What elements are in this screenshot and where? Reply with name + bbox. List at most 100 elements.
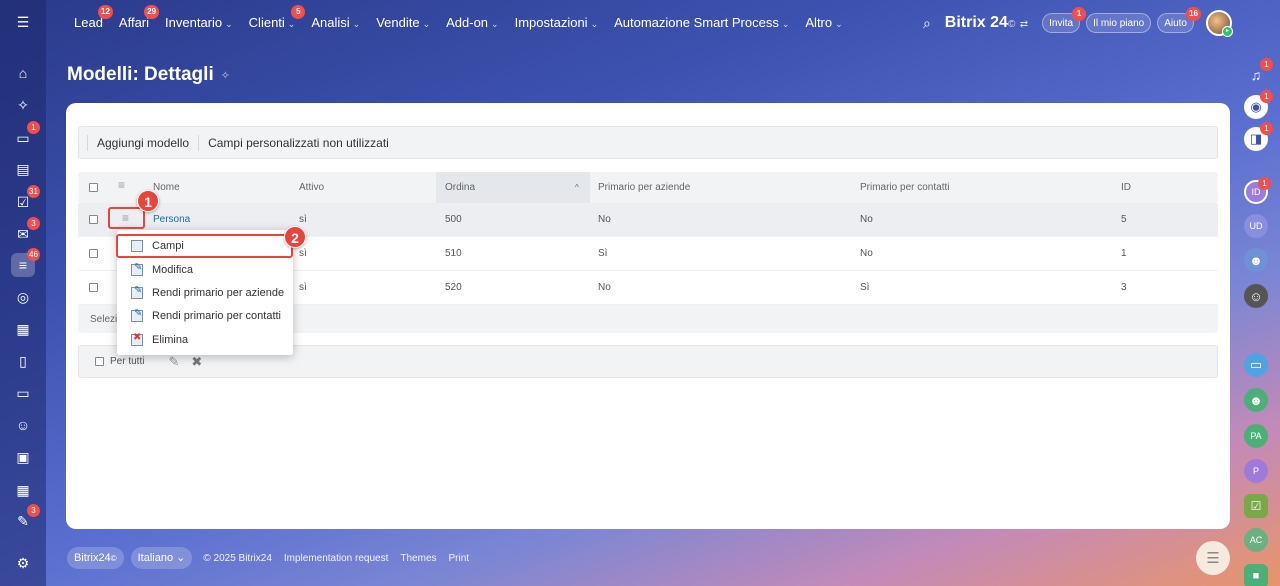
themes-link[interactable]: Themes [400,553,436,564]
sort-asc-icon[interactable]: ^ [575,183,579,192]
group-green-icon[interactable]: ☻ [1244,388,1268,412]
nav-item-impostazioni[interactable]: Impostazioni ⌄ [515,15,599,30]
col-order[interactable]: Ordina [445,182,475,193]
invite-button[interactable]: Invita 1 [1042,7,1087,33]
highlight-row-menu [108,207,145,229]
nav-item-lead[interactable]: Lead 12 [74,5,113,30]
top-right: ⌕ Bitrix 24© ⇄ Invita 1 Il mio piano Aiut… [923,7,1233,37]
menu-icon[interactable]: ☰ [11,10,35,34]
edit-icon[interactable]: ✎ [168,354,179,370]
search-icon[interactable]: ⌕ [923,15,931,32]
chevron-down-icon: ⌄ [422,19,431,29]
messages-icon[interactable]: ◨ 1 [1244,122,1273,151]
row-name-link[interactable]: Persona [153,214,190,225]
row-primary-contacts: No [860,248,873,259]
avatar-ud[interactable]: UD [1244,214,1268,238]
calendar-icon[interactable]: ▦ [11,317,35,341]
row-checkbox[interactable] [89,215,98,224]
language-select[interactable]: Italiano ⌄ [130,547,193,569]
columns-settings-icon[interactable]: ≡ [118,178,125,192]
edit-icon [131,308,143,322]
select-all-checkbox[interactable] [89,183,98,192]
chevron-down-icon: ⌄ [287,19,296,29]
print-link[interactable]: Print [449,553,470,564]
footer-brand-button[interactable]: Bitrix24© [67,547,124,569]
row-active: sì [299,282,307,293]
row-id: 1 [1121,248,1127,259]
row-active: sì [299,214,307,225]
inventory-icon[interactable]: ▭ [11,381,35,405]
copilot-icon[interactable]: ✧ [11,93,35,117]
video-icon[interactable]: ■ [1244,564,1268,586]
group-icon[interactable]: ☻ [1244,248,1268,272]
employees-icon[interactable]: ☺ [11,413,35,437]
highlight-fields-item [116,234,293,258]
automation-icon[interactable]: ▣ [11,445,35,469]
list-menu-icon[interactable]: ☰ [1196,541,1230,575]
col-id[interactable]: ID [1121,182,1131,193]
docs-icon[interactable]: ▯ [11,349,35,373]
booking-icon[interactable]: ▦ [11,478,35,502]
menu-item-edit[interactable]: Modifica [117,258,293,281]
unused-fields-button[interactable]: Campi personalizzati non utilizzati [208,136,389,150]
sites-icon[interactable]: ◎ [11,285,35,309]
pin-icon[interactable]: ✧ [221,69,230,82]
help-button[interactable]: Aiuto 16 [1157,7,1201,33]
add-model-button[interactable]: Aggiungi modello [97,136,189,150]
nav-item-label: Vendite [376,15,420,30]
delete-icon[interactable]: ✖ [191,354,202,370]
feed-icon[interactable]: ▤ [11,157,35,181]
col-primary-companies[interactable]: Primario per aziende [598,182,690,193]
nav-item-clienti[interactable]: Clienti ⌄ 5 [248,5,306,30]
nav-item-label: Clienti [248,15,285,30]
copilot-chat-icon[interactable]: ◉ 1 [1244,90,1273,119]
implementation-request-link[interactable]: Implementation request [284,553,389,564]
crm-icon[interactable]: ≡ 46 [11,248,40,277]
edit-icon [131,285,143,299]
menu-item-delete[interactable]: Elimina [117,328,293,351]
nav-item-inventario[interactable]: Inventario ⌄ [165,15,233,30]
avatar-id[interactable]: ID 1 [1244,177,1271,204]
nav-badge: 5 [291,5,306,19]
chat-bubble-icon[interactable]: ▭ [1244,353,1268,377]
home-icon[interactable]: ⌂ [11,61,35,85]
row-id: 5 [1121,214,1127,225]
chevron-down-icon: ⌄ [176,552,186,564]
row-id: 3 [1121,282,1127,293]
nav-item-analisi[interactable]: Analisi ⌄ [311,15,360,30]
grid-header: ≡ Nome Attivo Ordina ^ Primario per azie… [78,172,1218,203]
avatar-ac[interactable]: AC [1244,528,1268,552]
nav-item-affari[interactable]: Affari 29 [119,5,160,30]
chevron-down-icon: ⌄ [491,19,499,29]
menu-item-primary-contacts[interactable]: Rendi primario per contatti [117,304,293,327]
nav-item-label: Lead [74,15,103,30]
nav-badge: 12 [98,5,113,19]
chat-icon[interactable]: ▭ 1 [11,121,40,150]
bell-icon[interactable]: ♫ 1 [1244,58,1273,87]
tasks-icon[interactable]: ☑ 31 [11,185,40,214]
col-name[interactable]: Nome [153,182,180,193]
col-active[interactable]: Attivo [299,182,324,193]
my-plan-button[interactable]: Il mio piano [1086,13,1152,33]
nav-item-add-on[interactable]: Add-on ⌄ [446,15,498,30]
row-checkbox[interactable] [89,283,98,292]
row-active: sì [299,248,307,259]
mail-icon[interactable]: ✉ 3 [11,217,40,246]
nav-item-altro[interactable]: Altro ⌄ [805,15,842,30]
chevron-down-icon: ⌄ [835,19,843,29]
page-footer: Bitrix24© Italiano ⌄ © 2025 Bitrix24 Imp… [67,547,469,569]
task-icon[interactable]: ☑ [1244,494,1268,518]
avatar-photo[interactable]: ☺ [1244,284,1268,308]
avatar-pa[interactable]: PA [1244,424,1268,448]
nav-item-automazione-smart-process[interactable]: Automazione Smart Process ⌄ [614,15,789,30]
col-primary-contacts[interactable]: Primario per contatti [860,182,949,193]
avatar-p[interactable]: P [1244,459,1268,483]
brand-logo[interactable]: Bitrix 24© ⇄ [945,14,1028,32]
for-all-checkbox[interactable] [95,357,104,366]
menu-item-primary-companies[interactable]: Rendi primario per aziende [117,281,293,304]
row-checkbox[interactable] [89,249,98,258]
nav-item-vendite[interactable]: Vendite ⌄ [376,15,430,30]
sign-icon[interactable]: ✎ 3 [11,504,40,533]
settings-icon[interactable]: ⚙ [11,551,35,575]
user-avatar[interactable]: ▸ [1206,10,1233,37]
